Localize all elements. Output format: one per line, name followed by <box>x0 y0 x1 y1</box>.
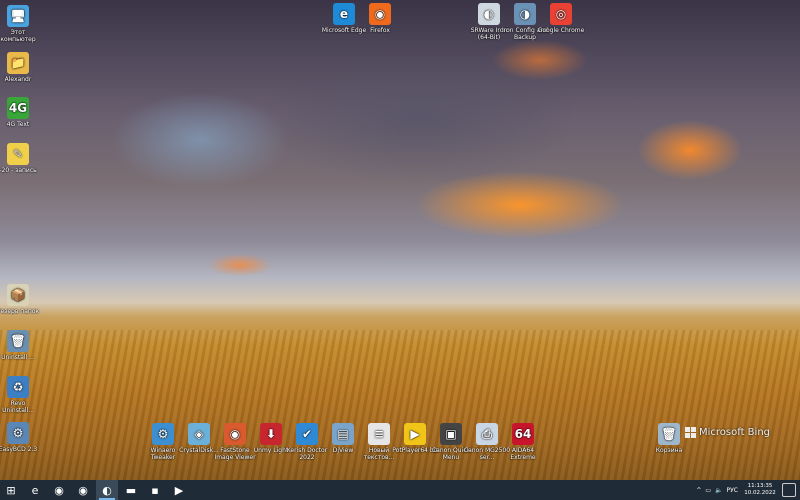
desktop-shortcut[interactable]: 4G 4G Text <box>0 97 42 128</box>
desktop-shortcut-label: 4G Text <box>6 121 30 128</box>
desktop-shortcut[interactable]: 🖥 Этот компьютер <box>0 5 42 43</box>
uninstaller-icon: 🗑 <box>7 330 29 352</box>
desktop-shortcut[interactable]: ◉ Firefox <box>356 3 404 34</box>
network-icon[interactable]: ▭ <box>705 487 711 494</box>
bing-watermark: Microsoft Bing <box>685 427 770 438</box>
installer-icon: 📦 <box>7 284 29 306</box>
desktop-shortcut-label: AIDA64 Extreme <box>510 447 536 461</box>
desktop-shortcut-label: -20 - запись <box>0 167 37 174</box>
desktop-shortcut-label: Этот компьютер <box>0 29 36 43</box>
user-folder-icon: 📁 <box>7 52 29 74</box>
iron-config-icon: ◑ <box>514 3 536 25</box>
firefox-icon: ◉ <box>369 3 391 25</box>
sticky-notes-taskbar-icon[interactable]: ▪ <box>144 480 166 500</box>
desktop-shortcut[interactable]: ♻ Revo Uninstall... <box>0 376 42 414</box>
bing-watermark-text: Microsoft Bing <box>699 427 771 438</box>
firefox-taskbar-icon[interactable]: ◉ <box>72 480 94 500</box>
clock-date: 10.02.2022 <box>744 490 776 496</box>
desktop-shortcut-label: Google Chrome <box>537 27 585 34</box>
sticky-note-icon: ✎ <box>7 143 29 165</box>
desktop-shortcut-label: Revo Uninstall... <box>2 400 34 414</box>
this-pc-icon: 🖥 <box>7 5 29 27</box>
microsoft-edge-icon: e <box>333 3 355 25</box>
ie-taskbar-icon[interactable]: e <box>24 480 46 500</box>
kerish-doctor-icon: ✔ <box>296 423 318 445</box>
recycle-bin-icon: 🗑 <box>658 423 680 445</box>
desktop-shortcut[interactable]: ✎ -20 - запись <box>0 143 42 174</box>
canon-quick-menu-icon: ▣ <box>440 423 462 445</box>
easybcd-icon: ⚙ <box>7 422 29 444</box>
canon-printer-icon: ⎙ <box>476 423 498 445</box>
uninstall-tool-icon: ⬇ <box>260 423 282 445</box>
bing-logo-icon <box>685 427 696 438</box>
taskbar: ⊞ e ◉ ◉ ◐ ▬ ▪ ▶ ^ ▭ 🔈 РУС 11:13:35 10.02.2022 <box>0 480 800 500</box>
desktop-shortcut[interactable]: 🗑 Uninstall ... <box>0 330 42 361</box>
desktop-shortcut-label: Firefox <box>370 27 390 34</box>
edge-taskbar-icon[interactable]: ◉ <box>48 480 70 500</box>
revo-uninstaller-icon: ♻ <box>7 376 29 398</box>
google-chrome-icon: ◎ <box>550 3 572 25</box>
new-text-document-icon: ≡ <box>368 423 390 445</box>
desktop-shortcut-label: Uninstall ... <box>1 354 35 361</box>
potplayer-icon: ▶ <box>404 423 426 445</box>
desktop-shortcut-label: Alexandr <box>4 76 32 83</box>
desktop-shortcut-label: EasyBCD 2.3 <box>0 446 38 453</box>
clock-time: 11:13:35 <box>747 483 773 489</box>
desktop-shortcut[interactable]: ◎ Google Chrome <box>537 3 585 34</box>
desktop-shortcut-label: Резерв папок <box>0 308 40 315</box>
srware-iron-icon: ◐ <box>478 3 500 25</box>
desktop-shortcut[interactable]: 📦 Резерв папок <box>0 284 42 315</box>
djview-icon: ▤ <box>332 423 354 445</box>
clock[interactable]: 11:13:35 10.02.2022 <box>742 483 778 497</box>
crystaldiskinfo-icon: ◈ <box>188 423 210 445</box>
winaero-tweaker-icon: ⚙ <box>152 423 174 445</box>
desktop-shortcut[interactable]: ⚙ EasyBCD 2.3 <box>0 422 42 453</box>
language-indicator[interactable]: РУС <box>727 487 738 494</box>
iron-taskbar-icon[interactable]: ◐ <box>96 480 118 500</box>
notification-center-icon[interactable] <box>782 483 796 497</box>
4g-icon: 4G <box>7 97 29 119</box>
volume-icon[interactable]: 🔈 <box>715 487 722 494</box>
system-tray: ^ ▭ 🔈 РУС 11:13:35 10.02.2022 <box>696 480 800 500</box>
explorer-taskbar-icon[interactable]: ▬ <box>120 480 142 500</box>
desktop-shortcut-label: Корзина <box>655 447 683 454</box>
start-button-icon[interactable]: ⊞ <box>0 480 22 500</box>
desktop-shortcut[interactable]: 📁 Alexandr <box>0 52 42 83</box>
youtube-taskbar-icon[interactable]: ▶ <box>168 480 190 500</box>
tray-chevron-icon[interactable]: ^ <box>696 487 701 494</box>
faststone-icon: ◉ <box>224 423 246 445</box>
aida64-icon: 64 <box>512 423 534 445</box>
desktop-shortcut[interactable]: 64 AIDA64 Extreme <box>499 423 547 461</box>
taskbar-items: ⊞ e ◉ ◉ ◐ ▬ ▪ ▶ <box>0 480 190 500</box>
